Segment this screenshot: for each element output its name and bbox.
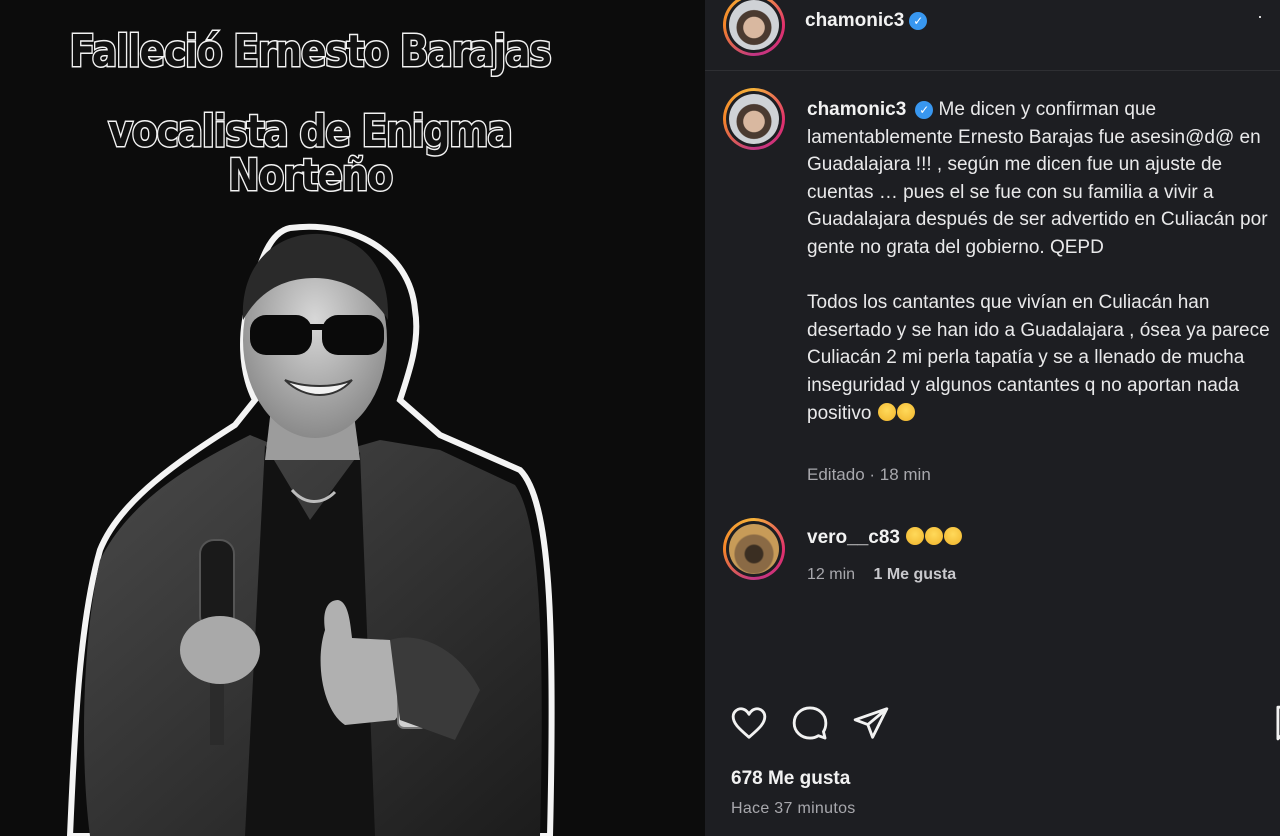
caption-text-2: Todos los cantantes que vivían en Culiac… [807, 292, 1270, 424]
paper-plane-icon[interactable] [852, 704, 890, 742]
sad-emoji-icon [877, 402, 896, 421]
singer-photo [66, 223, 555, 836]
crying-emoji-icon [944, 527, 963, 545]
header-divider [705, 70, 1280, 71]
headline-line-2: vocalista de Enigma Norteño [107, 106, 514, 201]
crying-emoji-icon [925, 527, 944, 545]
caption-text-1: Me dicen y confirman que lamentablemente… [807, 99, 1268, 258]
comment-meta: 12 min 1 Me gusta [807, 566, 956, 584]
news-image: Falleció Ernesto Barajas vocalista de En… [0, 0, 705, 836]
bookmark-icon[interactable] [1270, 704, 1280, 742]
comment-time: 12 min [807, 566, 856, 583]
post-caption: chamonic3 ✓ Me dicen y confirman que lame… [807, 96, 1280, 427]
headline-line-1: Falleció Ernesto Barajas [68, 26, 553, 77]
header-username[interactable]: chamonic3 [805, 10, 904, 31]
speech-bubble-icon[interactable] [791, 704, 829, 742]
verified-badge-icon: ✓ [909, 12, 928, 30]
crying-emoji-icon [906, 527, 925, 545]
comment-avatar[interactable] [723, 518, 785, 580]
verified-badge-icon: ✓ [915, 101, 934, 119]
caption-username[interactable]: chamonic3 [807, 99, 906, 120]
post-timestamp: Hace 37 minutos [731, 800, 856, 817]
header-user: chamonic3 ✓ [805, 10, 928, 32]
header-avatar[interactable] [723, 0, 785, 56]
post-likes-count[interactable]: 678 Me gusta [731, 768, 850, 790]
more-dots-icon[interactable]: · [1257, 6, 1263, 27]
caption-edited-meta: Editado · 18 min [807, 465, 931, 484]
caption-avatar[interactable] [723, 88, 785, 150]
crying-emoji-icon [896, 402, 915, 421]
comment-likes[interactable]: 1 Me gusta [873, 566, 956, 583]
instagram-post-panel: chamonic3 ✓ · chamonic3 ✓ Me dicen y confi… [705, 0, 1280, 836]
comment: vero__c83 [807, 527, 963, 549]
comment-username[interactable]: vero__c83 [807, 527, 900, 548]
heart-icon[interactable] [730, 704, 768, 742]
